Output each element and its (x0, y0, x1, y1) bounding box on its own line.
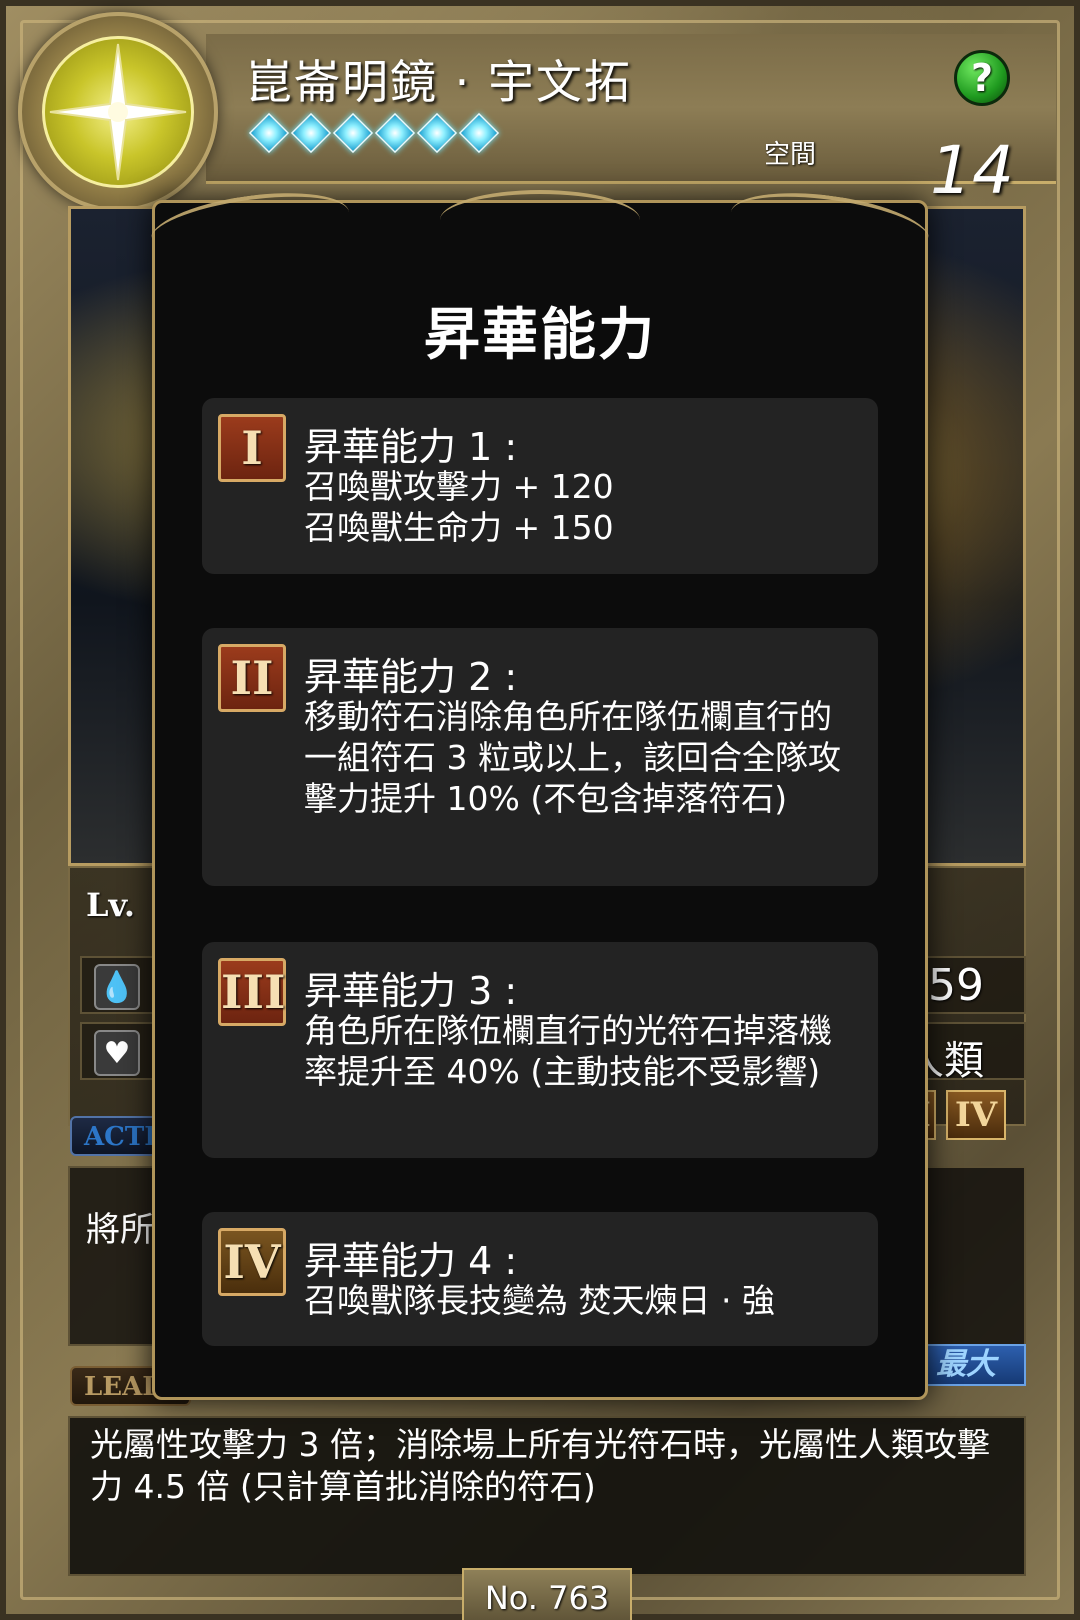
active-skill-text: 將所 (86, 1210, 154, 1250)
ability-description: 召喚獸隊長技變為 焚天煉日 · 強 (304, 1281, 775, 1320)
star-icon (290, 112, 332, 154)
level-label: Lv. (86, 886, 136, 924)
droplet-icon: 💧 (94, 964, 140, 1010)
ascension-badge-iv[interactable]: IV (946, 1090, 1006, 1140)
card-number: No. 763 (462, 1568, 632, 1620)
roman-numeral-badge: I (218, 414, 286, 482)
ability-item-4: IV 昇華能力 4 : 召喚獸隊長技變為 焚天煉日 · 強 (202, 1212, 878, 1346)
roman-numeral-badge: IV (218, 1228, 286, 1296)
ability-title: 昇華能力 3 : (304, 969, 518, 1013)
star-rating (248, 112, 500, 154)
card-name: 崑崙明鏡 · 宇文拓 (246, 55, 632, 109)
star-icon (416, 112, 458, 154)
leader-skill-text: 光屬性攻擊力 3 倍；消除場上所有光符石時，光屬性人類攻擊力 4.5 倍 (只計… (90, 1425, 990, 1506)
help-button[interactable]: ? (954, 50, 1010, 106)
light-attribute-emblem (18, 12, 218, 212)
ability-item-2: II 昇華能力 2 : 移動符石消除角色所在隊伍欄直行的一組符石 3 粒或以上，… (202, 628, 878, 886)
star-icon (248, 112, 290, 154)
star-icon (374, 112, 416, 154)
space-value: 14 (930, 132, 1014, 209)
modal-title: 昇華能力 (424, 303, 656, 368)
star-icon (332, 112, 374, 154)
ornament-top-center (440, 190, 640, 250)
cross-star-icon (49, 43, 187, 181)
ability-description: 角色所在隊伍欄直行的光符石掉落機率提升至 40% (主動技能不受影響) (304, 1011, 832, 1091)
ability-item-1: I 昇華能力 1 : 召喚獸攻擊力 + 120 召喚獸生命力 + 150 (202, 398, 878, 574)
ability-title: 昇華能力 4 : (304, 1239, 518, 1283)
ability-title: 昇華能力 1 : (304, 425, 518, 469)
roman-numeral-badge: III (218, 958, 286, 1026)
ability-item-3: III 昇華能力 3 : 角色所在隊伍欄直行的光符石掉落機率提升至 40% (主… (202, 942, 878, 1158)
ability-title: 昇華能力 2 : (304, 655, 518, 699)
ability-description: 召喚獸攻擊力 + 120 召喚獸生命力 + 150 (304, 467, 614, 547)
ability-description: 移動符石消除角色所在隊伍欄直行的一組符石 3 粒或以上，該回合全隊攻擊力提升 1… (304, 697, 841, 818)
space-label: 空間 (764, 140, 817, 170)
star-icon (458, 112, 500, 154)
roman-numeral-badge: II (218, 644, 286, 712)
heart-icon: ♥ (94, 1030, 140, 1076)
